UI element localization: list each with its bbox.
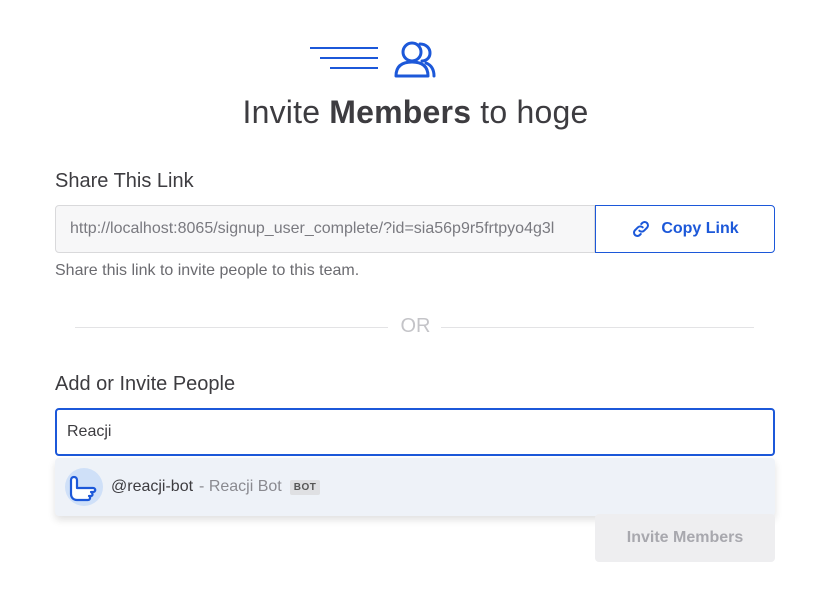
share-link-field[interactable]: http://localhost:8065/signup_user_comple… [55, 205, 595, 253]
title-prefix: Invite [242, 94, 330, 130]
suggestion-handle: @reacji-bot [111, 478, 194, 495]
share-link-helper: Share this link to invite people to this… [55, 262, 360, 279]
pointing-hand-icon [69, 475, 97, 502]
copy-link-button[interactable]: Copy Link [595, 205, 775, 253]
suggestion-separator: - [199, 478, 209, 495]
title-suffix: to hoge [471, 94, 589, 130]
link-icon [633, 221, 650, 237]
invite-members-button[interactable]: Invite Members [595, 514, 775, 562]
copy-link-label: Copy Link [661, 220, 739, 237]
invite-people-input[interactable]: Reacji [55, 408, 775, 456]
invite-members-icon [310, 41, 436, 78]
avatar [65, 468, 103, 506]
page-title: Invite Members to hoge [0, 94, 831, 131]
add-people-label: Add or Invite People [55, 373, 236, 395]
bot-badge: BOT [289, 479, 321, 495]
divider-right [441, 327, 754, 328]
suggestion-item[interactable]: @reacji-bot - Reacji Bot BOT [55, 458, 775, 516]
share-link-label: Share This Link [55, 170, 194, 192]
suggestion-fullname: Reacji Bot [208, 478, 282, 495]
title-bold: Members [329, 94, 472, 130]
suggestion-name: - Reacji Bot [199, 478, 282, 496]
